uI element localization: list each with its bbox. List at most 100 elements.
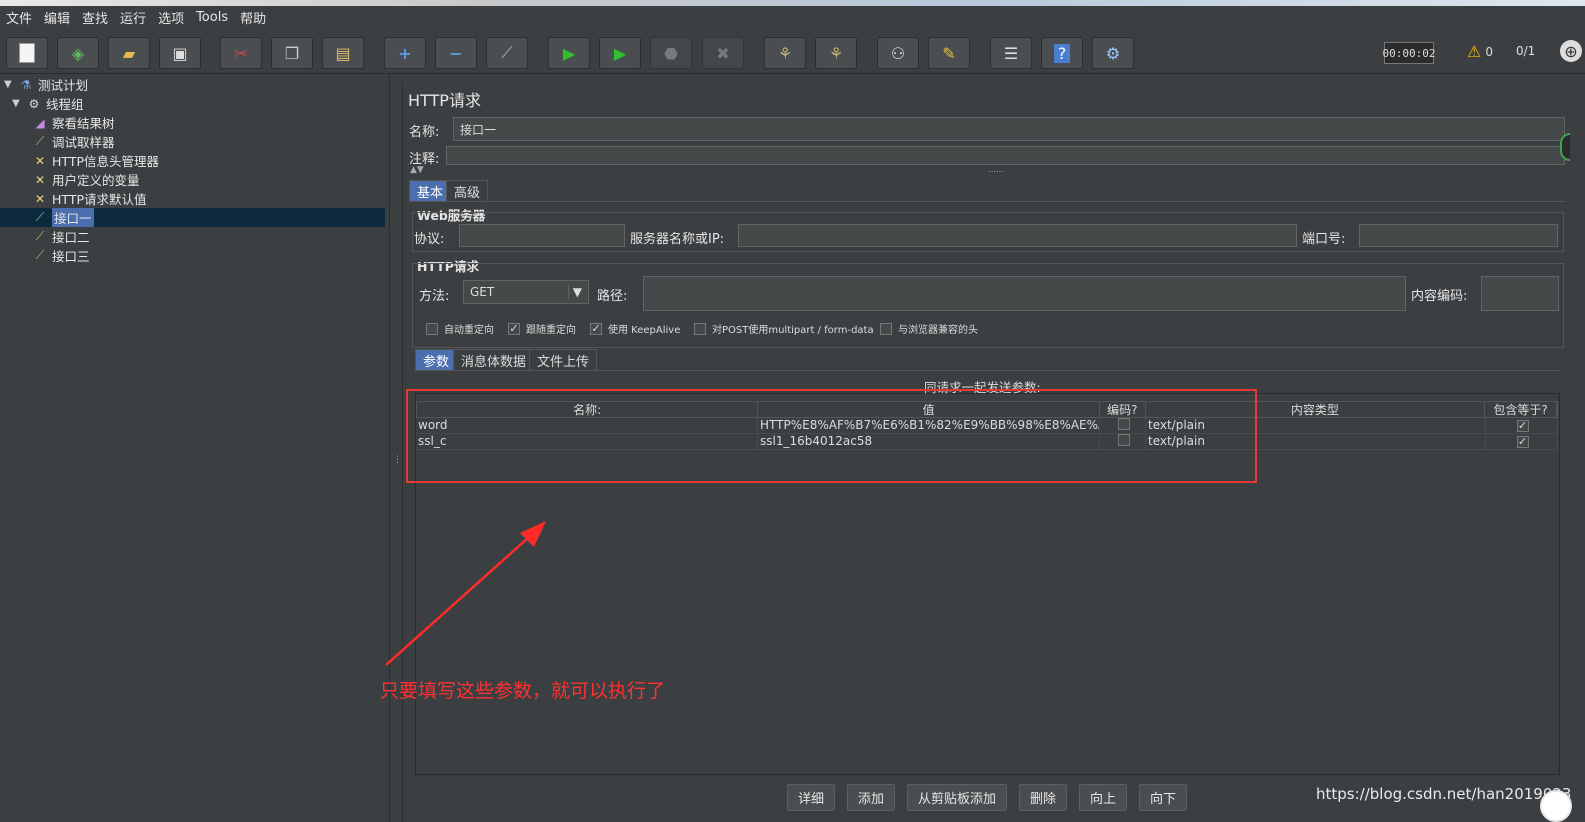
- cell-include-equals[interactable]: ✓: [1486, 418, 1558, 433]
- tree-item-label: 接口一: [52, 208, 94, 227]
- paste-icon[interactable]: ▤: [322, 37, 364, 69]
- menu-help[interactable]: 帮助: [234, 8, 272, 27]
- tree-item-thread-group[interactable]: ▼ ⚙ 线程组: [12, 94, 84, 113]
- pane-splitter[interactable]: ⋮: [390, 75, 402, 822]
- toggle-icon[interactable]: ⟋: [486, 37, 528, 69]
- tree-item-label: 接口二: [52, 230, 90, 245]
- clear-all-icon[interactable]: ⚘: [815, 37, 857, 69]
- templates-icon[interactable]: ◈: [57, 37, 99, 69]
- expand-icon[interactable]: +: [384, 37, 426, 69]
- highlight-box: [406, 389, 1257, 483]
- gear-icon: ⚙: [28, 96, 40, 111]
- delete-button[interactable]: 删除: [1019, 784, 1067, 811]
- splitter-grip-icon[interactable]: ⋮: [393, 455, 402, 465]
- globe-icon[interactable]: ⊕: [1560, 40, 1582, 62]
- checkbox-box[interactable]: ✓: [590, 322, 602, 335]
- tree-item-api-1[interactable]: ⟋ 接口一: [0, 208, 385, 227]
- function-helper-icon[interactable]: ☰: [990, 37, 1032, 69]
- tree-item-test-plan[interactable]: ▼ ⚗ 测试计划: [4, 75, 88, 94]
- comment-field[interactable]: [446, 146, 1565, 165]
- chevron-down-icon[interactable]: ▼: [567, 285, 582, 299]
- checkbox-label: 自动重定向: [444, 325, 494, 336]
- menu-file[interactable]: 文件: [0, 8, 38, 27]
- column-header-include-equals[interactable]: 包含等于?: [1485, 402, 1558, 417]
- menu-run[interactable]: 运行: [114, 8, 152, 27]
- tree-item-label: 测试计划: [38, 78, 89, 93]
- menu-edit[interactable]: 编辑: [38, 8, 76, 27]
- resize-grip-icon[interactable]: ⋯⋯: [988, 167, 1004, 176]
- tree-item-label: HTTP请求默认值: [52, 192, 147, 207]
- search-icon[interactable]: ⚇: [877, 37, 919, 69]
- detail-button[interactable]: 详细: [787, 784, 835, 811]
- start-no-pause-icon[interactable]: ▶: [599, 37, 641, 69]
- flask-icon: ⚗: [20, 77, 32, 92]
- cell-include-equals[interactable]: ✓: [1486, 434, 1558, 449]
- server-field[interactable]: [738, 224, 1297, 247]
- server-label: 服务器名称或IP:: [630, 232, 725, 247]
- tree-item-request-defaults[interactable]: ✕ HTTP请求默认值: [32, 189, 147, 208]
- menu-tools[interactable]: Tools: [190, 10, 234, 25]
- clear-icon[interactable]: ⚘: [764, 37, 806, 69]
- cut-icon[interactable]: ✂: [220, 37, 262, 69]
- method-value: GET: [470, 285, 495, 299]
- encoding-field[interactable]: [1481, 276, 1559, 311]
- checkbox-browser-headers[interactable]: 与浏览器兼容的头: [880, 321, 978, 336]
- stop-icon[interactable]: ⬣: [650, 37, 692, 69]
- port-field[interactable]: [1359, 224, 1558, 247]
- tree-item-api-2[interactable]: ⟋ 接口二: [32, 227, 90, 246]
- tab-parameters[interactable]: 参数: [415, 349, 458, 371]
- shutdown-icon[interactable]: ✖: [702, 37, 744, 69]
- protocol-label: 协议:: [414, 232, 445, 247]
- tree-item-debug-sampler[interactable]: ⟋ 调试取样器: [32, 132, 115, 151]
- collapse-arrows-icon[interactable]: ▲▼: [410, 165, 424, 175]
- checkbox-label: 对POST使用multipart / form-data: [712, 325, 874, 336]
- new-icon[interactable]: [6, 37, 48, 69]
- tree-item-header-manager[interactable]: ✕ HTTP信息头管理器: [32, 151, 159, 170]
- checkbox-box[interactable]: ✓: [508, 322, 520, 335]
- menu-search[interactable]: 查找: [76, 8, 114, 27]
- method-select[interactable]: GET ▼: [463, 280, 589, 304]
- pipette-icon: ⟋: [35, 210, 45, 224]
- name-field[interactable]: 接口一: [453, 117, 1565, 141]
- tree-item-label: 调试取样器: [52, 135, 115, 150]
- move-up-button[interactable]: 向上: [1079, 784, 1127, 811]
- warning-count[interactable]: ⚠ 0: [1467, 42, 1493, 61]
- copy-icon[interactable]: ❐: [271, 37, 313, 69]
- tree-item-api-3[interactable]: ⟋ 接口三: [32, 246, 90, 265]
- tab-basic[interactable]: 基本: [409, 180, 452, 202]
- move-down-button[interactable]: 向下: [1139, 784, 1187, 811]
- expand-caret-icon[interactable]: ▼: [12, 98, 22, 109]
- checkbox-auto-redirect[interactable]: 自动重定向: [426, 321, 494, 336]
- checkbox-label: 跟随重定向: [526, 325, 576, 336]
- tab-advanced[interactable]: 高级: [446, 180, 489, 202]
- tree-item-user-variables[interactable]: ✕ 用户定义的变量: [32, 170, 140, 189]
- checkbox-box[interactable]: [694, 322, 706, 335]
- open-icon[interactable]: ▰: [108, 37, 150, 69]
- collapse-icon[interactable]: −: [435, 37, 477, 69]
- expand-caret-icon[interactable]: ▼: [4, 79, 14, 90]
- path-label: 路径:: [597, 289, 628, 304]
- side-handle-icon[interactable]: [1560, 133, 1570, 161]
- checkbox-box[interactable]: [426, 322, 438, 335]
- start-icon[interactable]: ▶: [548, 37, 590, 69]
- tree-item-label: 察看结果树: [52, 116, 115, 131]
- add-button[interactable]: 添加: [847, 784, 895, 811]
- tab-file-upload[interactable]: 文件上传: [529, 349, 598, 371]
- reset-search-icon[interactable]: ✎: [928, 37, 970, 69]
- checkbox-box[interactable]: ✓: [1516, 436, 1529, 448]
- tree-item-view-results[interactable]: ◢ 察看结果树: [32, 113, 115, 132]
- help-icon[interactable]: ?: [1041, 37, 1083, 69]
- tab-body-data[interactable]: 消息体数据: [453, 349, 535, 371]
- checkbox-keepalive[interactable]: ✓ 使用 KeepAlive: [590, 321, 680, 336]
- checkbox-box[interactable]: [880, 322, 892, 335]
- save-icon[interactable]: ▣: [159, 37, 201, 69]
- add-from-clipboard-button[interactable]: 从剪贴板添加: [907, 784, 1007, 811]
- menu-options[interactable]: 选项: [152, 8, 190, 27]
- checkbox-multipart[interactable]: 对POST使用multipart / form-data: [694, 321, 874, 336]
- checkbox-follow-redirect[interactable]: ✓ 跟随重定向: [508, 321, 576, 336]
- path-field[interactable]: [643, 276, 1406, 311]
- checkbox-box[interactable]: ✓: [1516, 420, 1529, 432]
- protocol-field[interactable]: [459, 224, 625, 247]
- chart-icon: ◢: [35, 115, 45, 130]
- remote-icon[interactable]: ⚙: [1092, 37, 1134, 69]
